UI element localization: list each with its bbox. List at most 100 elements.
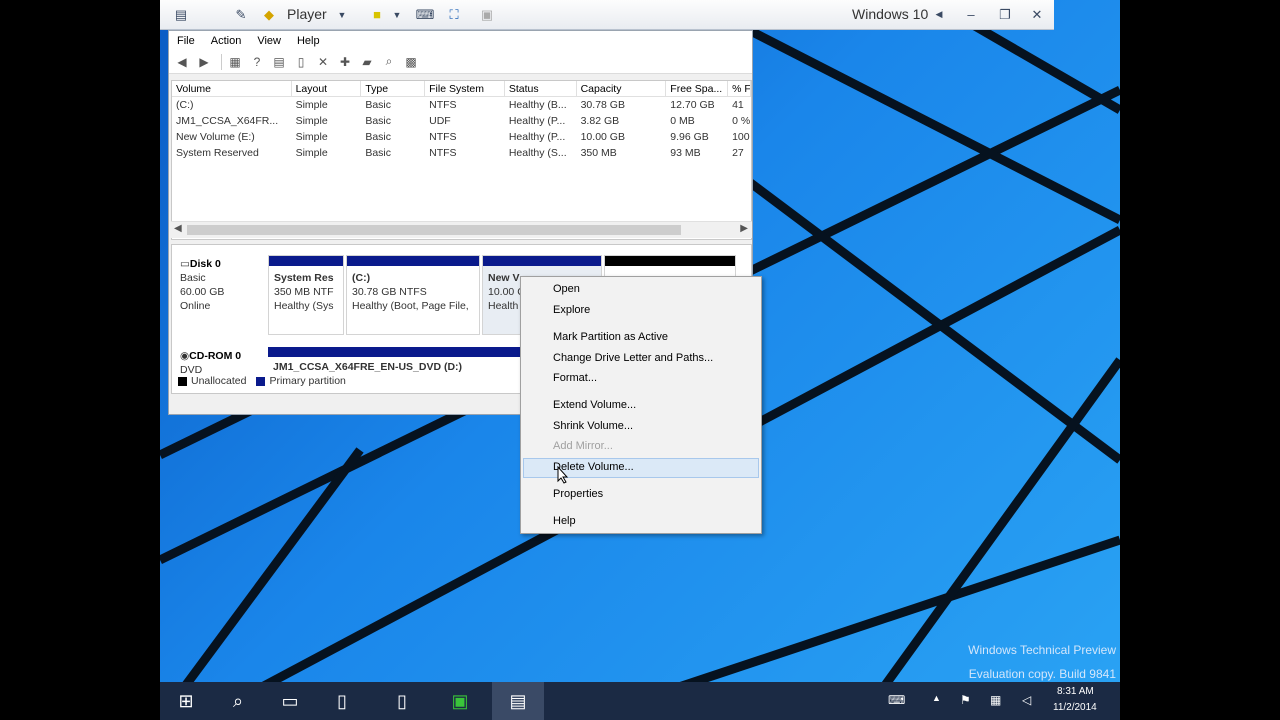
keyboard-icon[interactable]: ⌨ <box>888 693 905 707</box>
table-row[interactable]: (C:) Simple Basic NTFS Healthy (B... 30.… <box>172 97 751 113</box>
menu-item-open[interactable]: Open <box>553 280 580 298</box>
menu-item-format[interactable]: Format... <box>553 369 597 387</box>
watermark-line2: Evaluation copy. Build 9841 <box>968 667 1116 681</box>
cell-type: Basic <box>365 147 392 159</box>
chevron-down-icon[interactable]: ▼ <box>390 4 404 25</box>
column-header-percent-free[interactable]: % F <box>728 81 751 96</box>
cell-capacity: 10.00 GB <box>580 131 625 143</box>
column-header-type[interactable]: Type <box>361 81 426 96</box>
unity-icon[interactable]: ▣ <box>476 4 498 25</box>
cell-percent-free: 100 <box>732 131 750 143</box>
column-header-capacity[interactable]: Capacity <box>577 81 667 96</box>
legend-primary: Primary partition <box>269 375 346 387</box>
chevron-down-icon[interactable]: ◀ <box>932 4 946 25</box>
close-icon[interactable]: ✕ <box>1026 4 1048 25</box>
partition-dvd[interactable]: JM1_CCSA_X64FRE_EN-US_DVD (D:) <box>268 347 526 375</box>
scroll-left-icon[interactable]: ◀ <box>174 223 182 234</box>
menu-item-mark-active[interactable]: Mark Partition as Active <box>553 328 668 346</box>
taskbar-app-disk-management[interactable]: ▤ <box>492 682 544 720</box>
taskbar-app-explorer[interactable]: ▯ <box>316 682 368 720</box>
clock-time[interactable]: 8:31 AM <box>1057 686 1094 697</box>
chevron-up-icon[interactable]: ▲ <box>932 693 941 703</box>
cdrom-label[interactable]: ◉CD-ROM 0 DVD <box>180 349 241 377</box>
cell-percent-free: 0 % <box>732 115 751 127</box>
clock-date[interactable]: 11/2/2014 <box>1053 702 1097 713</box>
disk0-name: Disk 0 <box>189 258 221 270</box>
menu-help[interactable]: Help <box>297 35 320 47</box>
flag-icon[interactable]: ⚑ <box>960 693 971 707</box>
column-header-file-system[interactable]: File System <box>425 81 505 96</box>
column-header-layout[interactable]: Layout <box>292 81 362 96</box>
cell-status: Healthy (B... <box>508 99 567 111</box>
disk0-label[interactable]: ▭Disk 0 Basic 60.00 GB Online <box>180 257 224 313</box>
column-header-status[interactable]: Status <box>505 81 577 96</box>
send-ctrl-alt-del-icon[interactable]: ⌨ <box>414 4 436 25</box>
cell-free-space: 0 MB <box>670 115 695 127</box>
start-button[interactable]: ⊞ <box>160 682 212 720</box>
disk0-size: 60.00 GB <box>180 286 225 298</box>
restore-icon[interactable]: ❐ <box>994 4 1016 25</box>
horizontal-scrollbar[interactable]: ◀ ▶ <box>171 221 752 238</box>
disk-management-icon: ▤ <box>509 690 527 711</box>
search-button[interactable]: ⌕ <box>212 682 264 720</box>
vm-menu-icon[interactable]: ▤ <box>170 4 192 25</box>
partition-system-reserved[interactable]: System Res 350 MB NTF Healthy (Sys <box>268 255 344 335</box>
cell-percent-free: 27 <box>732 147 744 159</box>
pin-icon[interactable]: ✎ <box>230 4 252 25</box>
column-header-volume[interactable]: Volume <box>172 81 292 96</box>
settings-icon[interactable]: ▩ <box>402 53 420 71</box>
disk0-status: Online <box>180 300 211 312</box>
menu-item-extend-volume[interactable]: Extend Volume... <box>553 396 636 414</box>
forward-icon[interactable]: ▶ <box>195 53 213 71</box>
partition-title: New V <box>488 272 520 284</box>
network-icon[interactable]: ▦ <box>990 693 1001 707</box>
taskbar-app-store[interactable]: ▣ <box>434 682 486 720</box>
menu-item-add-mirror: Add Mirror... <box>553 440 613 452</box>
cell-volume: (C:) <box>176 99 194 111</box>
open-folder-icon[interactable]: ▰ <box>358 53 376 71</box>
menu-action[interactable]: Action <box>211 35 242 47</box>
partition-size: 30.78 GB NTFS <box>352 286 427 298</box>
minimize-icon[interactable]: – <box>960 4 982 25</box>
search-icon: ⌕ <box>232 690 244 711</box>
taskbar-app-files[interactable]: ▯ <box>376 682 428 720</box>
legend-swatch-primary <box>256 376 266 386</box>
menu-item-change-drive-letter[interactable]: Change Drive Letter and Paths... <box>553 349 713 367</box>
cell-file-system: NTFS <box>429 99 457 111</box>
scroll-right-icon[interactable]: ▶ <box>740 223 748 234</box>
table-row[interactable]: System Reserved Simple Basic NTFS Health… <box>172 145 751 161</box>
unallocated-bar <box>605 256 735 266</box>
player-menu-label[interactable]: Player <box>287 6 327 22</box>
fullscreen-icon[interactable]: ⛶ <box>443 4 465 25</box>
cell-percent-free: 41 <box>732 99 744 111</box>
task-view-button[interactable]: ▭ <box>264 682 316 720</box>
menu-item-help[interactable]: Help <box>553 512 576 530</box>
cell-capacity: 3.82 GB <box>580 115 620 127</box>
connect-icon[interactable]: ✚ <box>336 53 354 71</box>
volume-icon[interactable]: ◁ <box>1022 693 1031 707</box>
back-icon[interactable]: ◀ <box>173 53 191 71</box>
help-icon[interactable]: ? <box>248 53 266 71</box>
table-row[interactable]: JM1_CCSA_X64FR... Simple Basic UDF Healt… <box>172 113 751 129</box>
graph-view-icon[interactable]: ▤ <box>270 53 288 71</box>
partition-c[interactable]: (C:) 30.78 GB NTFS Healthy (Boot, Page F… <box>346 255 480 335</box>
vm-name: Windows 10 <box>852 6 929 22</box>
cell-capacity: 350 MB <box>580 147 617 159</box>
list-view-icon[interactable]: ▦ <box>226 53 244 71</box>
delete-icon[interactable]: ✕ <box>314 53 332 71</box>
menu-item-shrink-volume[interactable]: Shrink Volume... <box>553 417 633 435</box>
cell-layout: Simple <box>295 99 328 111</box>
column-header-free-space[interactable]: Free Spa... <box>666 81 729 96</box>
scrollbar-thumb[interactable] <box>187 225 681 235</box>
menu-file[interactable]: File <box>177 35 195 47</box>
menu-item-explore[interactable]: Explore <box>553 301 590 319</box>
menu-view[interactable]: View <box>257 35 281 47</box>
chevron-down-icon[interactable]: ▼ <box>335 4 349 25</box>
pause-icon[interactable]: ■ <box>366 4 388 25</box>
properties-icon[interactable]: ▯ <box>292 53 310 71</box>
menu-item-properties[interactable]: Properties <box>553 485 603 503</box>
menu-bar: File Action View Help <box>169 31 752 50</box>
search-icon[interactable]: ⌕ <box>380 53 398 71</box>
dvd-partition-label: JM1_CCSA_X64FRE_EN-US_DVD (D:) <box>273 361 463 373</box>
table-row[interactable]: New Volume (E:) Simple Basic NTFS Health… <box>172 129 751 145</box>
